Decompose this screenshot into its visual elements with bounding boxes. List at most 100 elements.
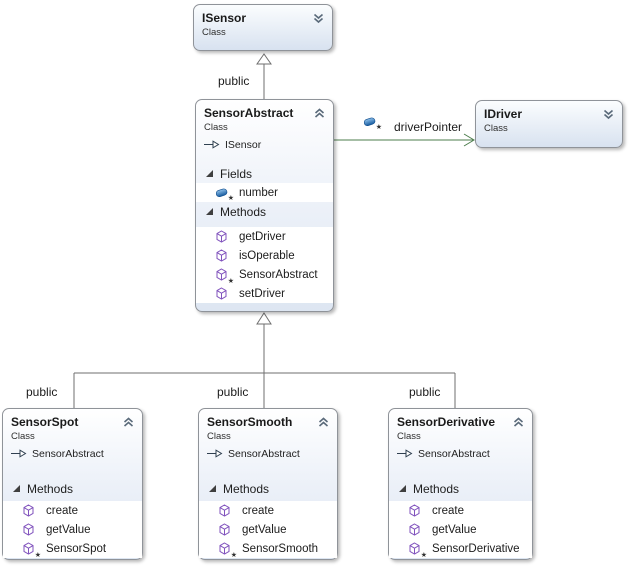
member-row[interactable]: getValue: [389, 520, 532, 539]
fields-section: Fields number: [196, 164, 333, 202]
class-box-sensorderivative[interactable]: SensorDerivative Class SensorAbstract Me…: [388, 408, 533, 560]
field-icon: [363, 116, 376, 127]
member-name: create: [46, 505, 78, 517]
member-name: create: [242, 505, 274, 517]
class-box-idriver[interactable]: IDriver Class: [475, 100, 623, 148]
method-icon: [215, 287, 228, 300]
class-title: ISensor: [202, 10, 324, 26]
member-name: getValue: [432, 524, 477, 536]
member-name: isOperable: [239, 250, 295, 262]
base-type-row: ISensor: [204, 137, 325, 152]
methods-section: Methods create getValue SensorSmooth: [199, 479, 337, 558]
member-name: getDriver: [239, 231, 286, 243]
member-row[interactable]: SensorSpot: [3, 539, 142, 558]
generalization-arrowhead-sensorabstract: [257, 313, 271, 324]
base-type-row: SensorAbstract: [397, 446, 524, 461]
collapse-chevron-icon[interactable]: [316, 415, 331, 428]
section-title: Methods: [27, 482, 73, 496]
member-name: SensorAbstract: [239, 269, 318, 281]
section-header-methods[interactable]: Methods: [199, 479, 337, 498]
collapse-chevron-icon[interactable]: [312, 106, 327, 119]
collapse-chevron-icon[interactable]: [121, 415, 136, 428]
member-row[interactable]: SensorSmooth: [199, 539, 337, 558]
method-icon: [215, 230, 228, 243]
base-type-row: SensorAbstract: [11, 446, 134, 461]
collapse-expander-icon[interactable]: [209, 485, 216, 492]
class-kind: Class: [11, 430, 134, 443]
member-row[interactable]: getValue: [199, 520, 337, 539]
member-name: getValue: [46, 524, 91, 536]
collapse-expander-icon[interactable]: [206, 208, 213, 215]
methods-section: Methods create getValue SensorDerivative: [389, 479, 532, 558]
class-box-isensor[interactable]: ISensor Class: [193, 4, 333, 51]
section-header-fields[interactable]: Fields: [196, 164, 333, 183]
method-icon: [215, 268, 228, 281]
member-name: getValue: [242, 524, 287, 536]
method-icon: [408, 523, 421, 536]
section-header-methods[interactable]: Methods: [3, 479, 142, 498]
class-box-sensorabstract[interactable]: SensorAbstract Class ISensor Fields numb…: [195, 99, 334, 312]
member-row[interactable]: create: [3, 501, 142, 520]
method-icon: [215, 249, 228, 262]
inherits-arrow-icon: [204, 140, 220, 149]
class-box-sensorsmooth[interactable]: SensorSmooth Class SensorAbstract Method…: [198, 408, 338, 560]
member-row[interactable]: number: [196, 183, 333, 202]
collapse-expander-icon[interactable]: [399, 485, 406, 492]
method-icon: [22, 523, 35, 536]
class-kind: Class: [207, 430, 329, 443]
class-kind: Class: [397, 430, 524, 443]
class-box-sensorspot[interactable]: SensorSpot Class SensorAbstract Methods …: [2, 408, 143, 560]
member-row[interactable]: SensorAbstract: [196, 265, 333, 284]
method-icon: [22, 542, 35, 555]
collapse-expander-icon[interactable]: [13, 485, 20, 492]
expand-chevron-icon[interactable]: [311, 11, 326, 24]
generalization-arrowhead-isensor: [257, 54, 271, 64]
methods-section: Methods create getValue SensorSpot: [3, 479, 142, 558]
section-header-methods[interactable]: Methods: [196, 202, 333, 221]
method-icon: [408, 542, 421, 555]
class-kind: Class: [202, 26, 324, 39]
section-title: Methods: [220, 205, 266, 219]
generalization-label-sensorderivative: public: [409, 385, 440, 399]
class-title: SensorSmooth: [207, 414, 329, 430]
method-icon: [408, 504, 421, 517]
member-row[interactable]: isOperable: [196, 246, 333, 265]
member-row[interactable]: getValue: [3, 520, 142, 539]
member-row[interactable]: create: [199, 501, 337, 520]
class-title: SensorAbstract: [204, 105, 325, 121]
member-name: SensorSmooth: [242, 543, 318, 555]
member-name: create: [432, 505, 464, 517]
member-name: SensorSpot: [46, 543, 106, 555]
member-name: SensorDerivative: [432, 543, 520, 555]
generalization-label-top: public: [218, 74, 249, 88]
class-kind: Class: [204, 121, 325, 134]
base-type-name: SensorAbstract: [32, 448, 104, 460]
section-header-methods[interactable]: Methods: [389, 479, 532, 498]
inherits-arrow-icon: [11, 449, 27, 458]
base-type-name: SensorAbstract: [228, 448, 300, 460]
class-title: IDriver: [484, 106, 614, 122]
inherits-arrow-icon: [207, 449, 223, 458]
generalization-label-sensorsmooth: public: [217, 385, 248, 399]
method-icon: [218, 523, 231, 536]
generalization-label-sensorspot: public: [26, 385, 57, 399]
method-icon: [218, 504, 231, 517]
base-type-name: ISensor: [225, 139, 261, 151]
association-label-driverpointer: driverPointer: [394, 120, 462, 134]
field-icon: [215, 187, 228, 198]
member-row[interactable]: getDriver: [196, 227, 333, 246]
class-title: SensorDerivative: [397, 414, 524, 430]
collapse-expander-icon[interactable]: [206, 170, 213, 177]
methods-section: Methods getDriver isOperable SensorAbstr…: [196, 202, 333, 303]
member-name: setDriver: [239, 288, 285, 300]
member-row[interactable]: setDriver: [196, 284, 333, 303]
member-row[interactable]: SensorDerivative: [389, 539, 532, 558]
inherits-arrow-icon: [397, 449, 413, 458]
section-title: Methods: [413, 482, 459, 496]
collapse-chevron-icon[interactable]: [511, 415, 526, 428]
expand-chevron-icon[interactable]: [601, 107, 616, 120]
member-row[interactable]: create: [389, 501, 532, 520]
class-kind: Class: [484, 122, 614, 135]
base-type-name: SensorAbstract: [418, 448, 490, 460]
class-title: SensorSpot: [11, 414, 134, 430]
